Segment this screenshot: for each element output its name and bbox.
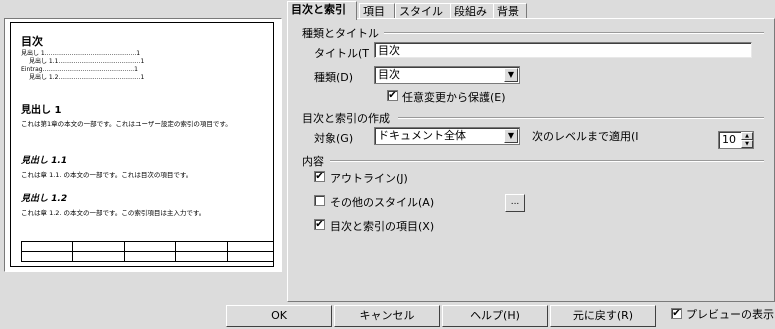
index-marks-label: 目次と索引の項目(X) <box>330 220 435 233</box>
outline-label: アウトライン(J) <box>330 172 408 185</box>
content-group-label: 内容 <box>302 155 324 168</box>
spin-up-icon[interactable]: ▲ <box>741 132 753 140</box>
preview-toc-line: 見出し 1...................................… <box>21 50 141 57</box>
preview-heading-1-2: 見出し 1.2 <box>21 194 68 204</box>
scope-select-value: ドキュメント全体 <box>378 129 466 142</box>
toc-dialog: 目次 見出し 1................................… <box>0 0 775 329</box>
group-separator <box>384 32 764 34</box>
group-separator <box>330 160 764 162</box>
ok-button[interactable]: OK <box>226 305 332 327</box>
level-value: 10 <box>722 133 736 146</box>
preview-toc-title: 目次 <box>21 35 43 48</box>
title-label: タイトル(T <box>314 47 370 60</box>
chevron-down-icon[interactable]: ▼ <box>504 68 518 82</box>
other-styles-checkbox[interactable] <box>314 195 325 206</box>
type-select[interactable]: 目次 ▼ <box>374 66 520 84</box>
type-title-group-label: 種類とタイトル <box>302 27 379 40</box>
preview-page: 目次 見出し 1................................… <box>10 22 274 267</box>
protect-checkbox[interactable]: ✔ <box>387 90 398 101</box>
group-separator <box>398 117 764 119</box>
preview-toggle-checkbox[interactable]: ✔ <box>671 308 682 319</box>
preview-toggle-label: プレビューの表示 <box>686 308 774 321</box>
tab-columns[interactable]: 段組み <box>450 3 495 19</box>
preview-heading-1-1: 見出し 1.1 <box>21 156 68 166</box>
outline-checkbox[interactable]: ✔ <box>314 171 325 182</box>
preview-toc-line: 見出し 1.2.................................… <box>29 74 145 81</box>
preview-body-text: これは第1章の本文の一部です。これはユーザー設定の索引の項目です。 <box>21 120 232 128</box>
title-input[interactable]: 目次 <box>374 42 752 58</box>
preview-table <box>20 241 273 262</box>
create-group-label: 目次と索引の作成 <box>302 112 390 125</box>
preview-heading-1: 見出し 1 <box>21 105 62 116</box>
protect-label: 任意変更から保護(E) <box>402 91 506 104</box>
level-label: 次のレベルまで適用(I <box>532 130 639 143</box>
tab-entries[interactable]: 項目 <box>359 3 395 19</box>
level-spinner[interactable]: 10 ▲ ▼ <box>718 131 754 149</box>
index-marks-checkbox[interactable]: ✔ <box>314 219 325 230</box>
preview-toc-line: 見出し 1.1.................................… <box>29 58 145 65</box>
tab-styles[interactable]: スタイル <box>395 3 453 19</box>
other-styles-label: その他のスタイル(A) <box>330 196 435 209</box>
browse-styles-button[interactable]: ... <box>505 194 525 212</box>
preview-pane: 目次 見出し 1................................… <box>4 18 282 272</box>
spin-down-icon[interactable]: ▼ <box>741 140 753 148</box>
type-label: 種類(D) <box>314 71 354 84</box>
scope-label: 対象(G) <box>314 132 354 145</box>
preview-body-text: これは章 1.1. の本文の一部です。これは目次の項目です。 <box>21 171 193 179</box>
tab-panel: 種類とタイトル タイトル(T 目次 種類(D) 目次 ▼ ✔ 任意変更から保護(… <box>287 18 775 302</box>
scope-select[interactable]: ドキュメント全体 ▼ <box>374 127 520 145</box>
cancel-button[interactable]: キャンセル <box>334 305 440 327</box>
preview-toc-line: Eintrag.................................… <box>21 66 138 73</box>
tab-index[interactable]: 目次と索引 <box>287 1 357 20</box>
reset-button[interactable]: 元に戻す(R) <box>550 305 656 327</box>
preview-body-text: これは章 1.2. の本文の一部です。この索引項目は主入力です。 <box>21 209 206 217</box>
help-button[interactable]: ヘルプ(H) <box>442 305 548 327</box>
chevron-down-icon[interactable]: ▼ <box>504 129 518 143</box>
tab-background[interactable]: 背景 <box>493 3 527 19</box>
type-select-value: 目次 <box>378 68 400 81</box>
